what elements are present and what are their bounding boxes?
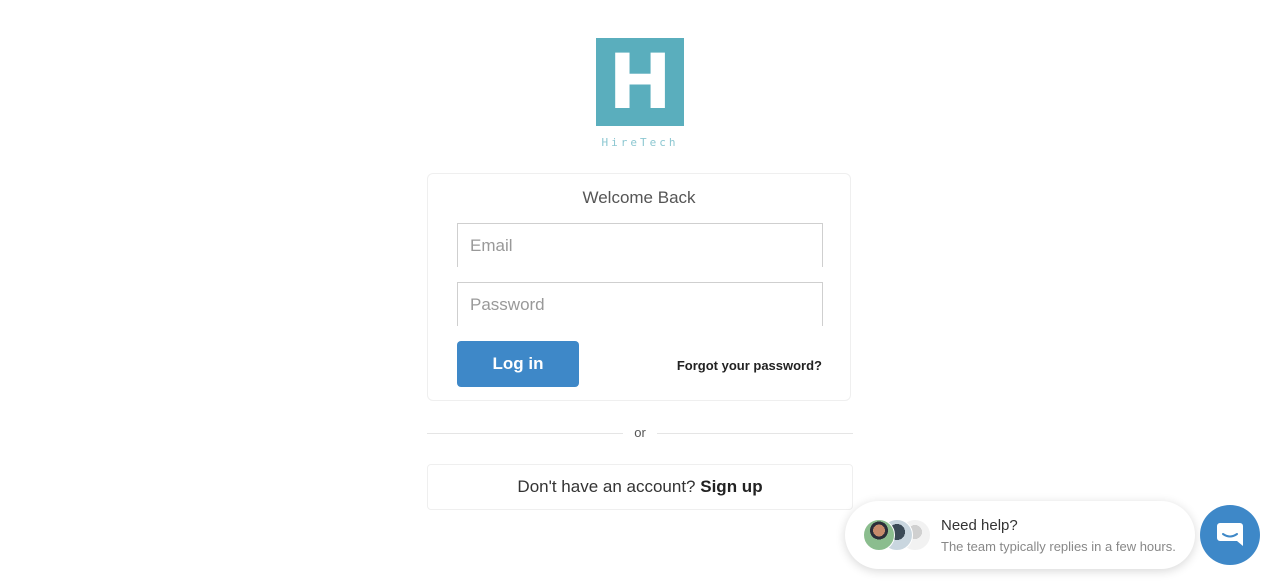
logo-wordmark: HireTech [601, 136, 679, 149]
signup-box: Don't have an account? Sign up [427, 464, 853, 510]
email-field[interactable] [457, 223, 823, 267]
help-title: Need help? [941, 517, 1018, 534]
signup-prompt: Don't have an account? [517, 477, 696, 496]
chat-bubble-icon [1215, 519, 1245, 552]
login-button[interactable]: Log in [457, 341, 579, 387]
avatar [863, 519, 895, 551]
card-title: Welcome Back [582, 188, 696, 207]
logo-mark: H [596, 38, 684, 126]
or-divider: or [427, 424, 853, 444]
signup-link[interactable]: Sign up [700, 477, 762, 496]
help-widget[interactable]: Need help? The team typically replies in… [845, 501, 1195, 569]
divider-line-right [657, 433, 853, 434]
brand-logo: H HireTech [596, 38, 684, 149]
team-avatars [863, 519, 933, 551]
login-card: Welcome Back Log in Forgot your password… [427, 173, 851, 401]
help-subtitle: The team typically replies in a few hour… [941, 539, 1176, 554]
login-page: H HireTech Welcome Back Log in Forgot yo… [0, 0, 1280, 585]
logo-letter: H [608, 37, 672, 126]
password-field[interactable] [457, 282, 823, 326]
chat-launcher-button[interactable] [1200, 505, 1260, 565]
forgot-password-link[interactable]: Forgot your password? [677, 358, 822, 373]
